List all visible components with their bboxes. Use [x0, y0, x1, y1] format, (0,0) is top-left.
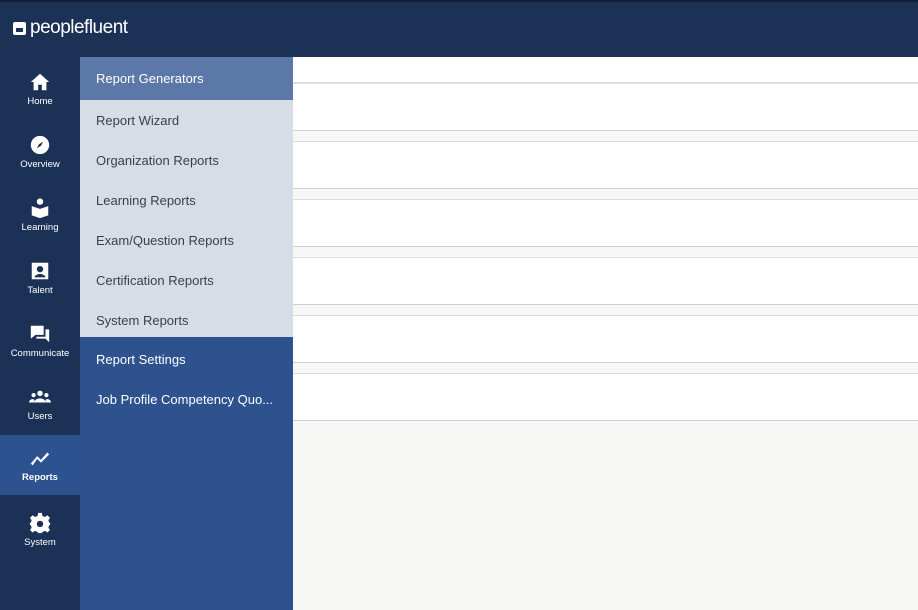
home-icon [30, 73, 50, 90]
nav-label-reports: Reports [22, 472, 58, 483]
submenu-certification-reports[interactable]: Certification Reports [80, 260, 293, 300]
submenu-report-wizard[interactable]: Report Wizard [80, 100, 293, 140]
nav-item-overview[interactable]: Overview [0, 120, 80, 183]
nav-label-talent: Talent [27, 284, 53, 296]
content-panel [293, 83, 918, 131]
content-panel [293, 141, 918, 189]
nav-item-home[interactable]: Home [0, 57, 80, 120]
learning-icon [31, 197, 49, 218]
content-panel [293, 315, 918, 363]
logo-mark-icon [13, 21, 26, 35]
logo-text: peoplefluent [30, 17, 128, 38]
submenu-exam-question-reports[interactable]: Exam/Question Reports [80, 220, 293, 260]
nav-label-learning: Learning [21, 221, 59, 233]
content-header-strip [293, 57, 918, 83]
chart-icon [30, 452, 50, 466]
submenu-organization-reports[interactable]: Organization Reports [80, 140, 293, 180]
nav-item-communicate[interactable]: Communicate [0, 309, 80, 372]
left-navigation: Home Overview Learning Talent Communicat… [0, 57, 80, 610]
submenu-system-reports[interactable]: System Reports [80, 300, 293, 340]
nav-label-system: System [24, 536, 56, 548]
main-content [293, 57, 918, 610]
nav-item-learning[interactable]: Learning [0, 183, 80, 246]
users-icon [29, 390, 51, 402]
submenu-learning-reports[interactable]: Learning Reports [80, 180, 293, 220]
nav-item-talent[interactable]: Talent [0, 246, 80, 309]
gear-icon [29, 512, 51, 533]
brand-logo[interactable]: peoplefluent [13, 17, 128, 39]
content-panel [293, 199, 918, 247]
reports-submenu: Report Generators Report Wizard Organiza… [80, 57, 293, 610]
nav-item-reports[interactable]: Reports [0, 435, 80, 495]
submenu-job-profile-competency[interactable]: Job Profile Competency Quo... [80, 379, 293, 419]
submenu-report-settings[interactable]: Report Settings [80, 339, 293, 379]
report-generators-group: Report Wizard Organization Reports Learn… [80, 100, 293, 337]
compass-icon [30, 135, 50, 154]
nav-label-overview: Overview [20, 158, 60, 170]
content-panel [293, 257, 918, 305]
chat-icon [30, 325, 50, 342]
top-bar: peoplefluent [0, 0, 918, 57]
nav-label-users: Users [27, 410, 53, 422]
submenu-report-generators[interactable]: Report Generators [80, 57, 293, 100]
nav-item-system[interactable]: System [0, 498, 80, 561]
talent-icon [31, 262, 49, 279]
nav-item-users[interactable]: Users [0, 372, 80, 435]
nav-label-home: Home [27, 95, 53, 107]
nav-label-communicate: Communicate [10, 347, 70, 359]
content-panel [293, 373, 918, 421]
